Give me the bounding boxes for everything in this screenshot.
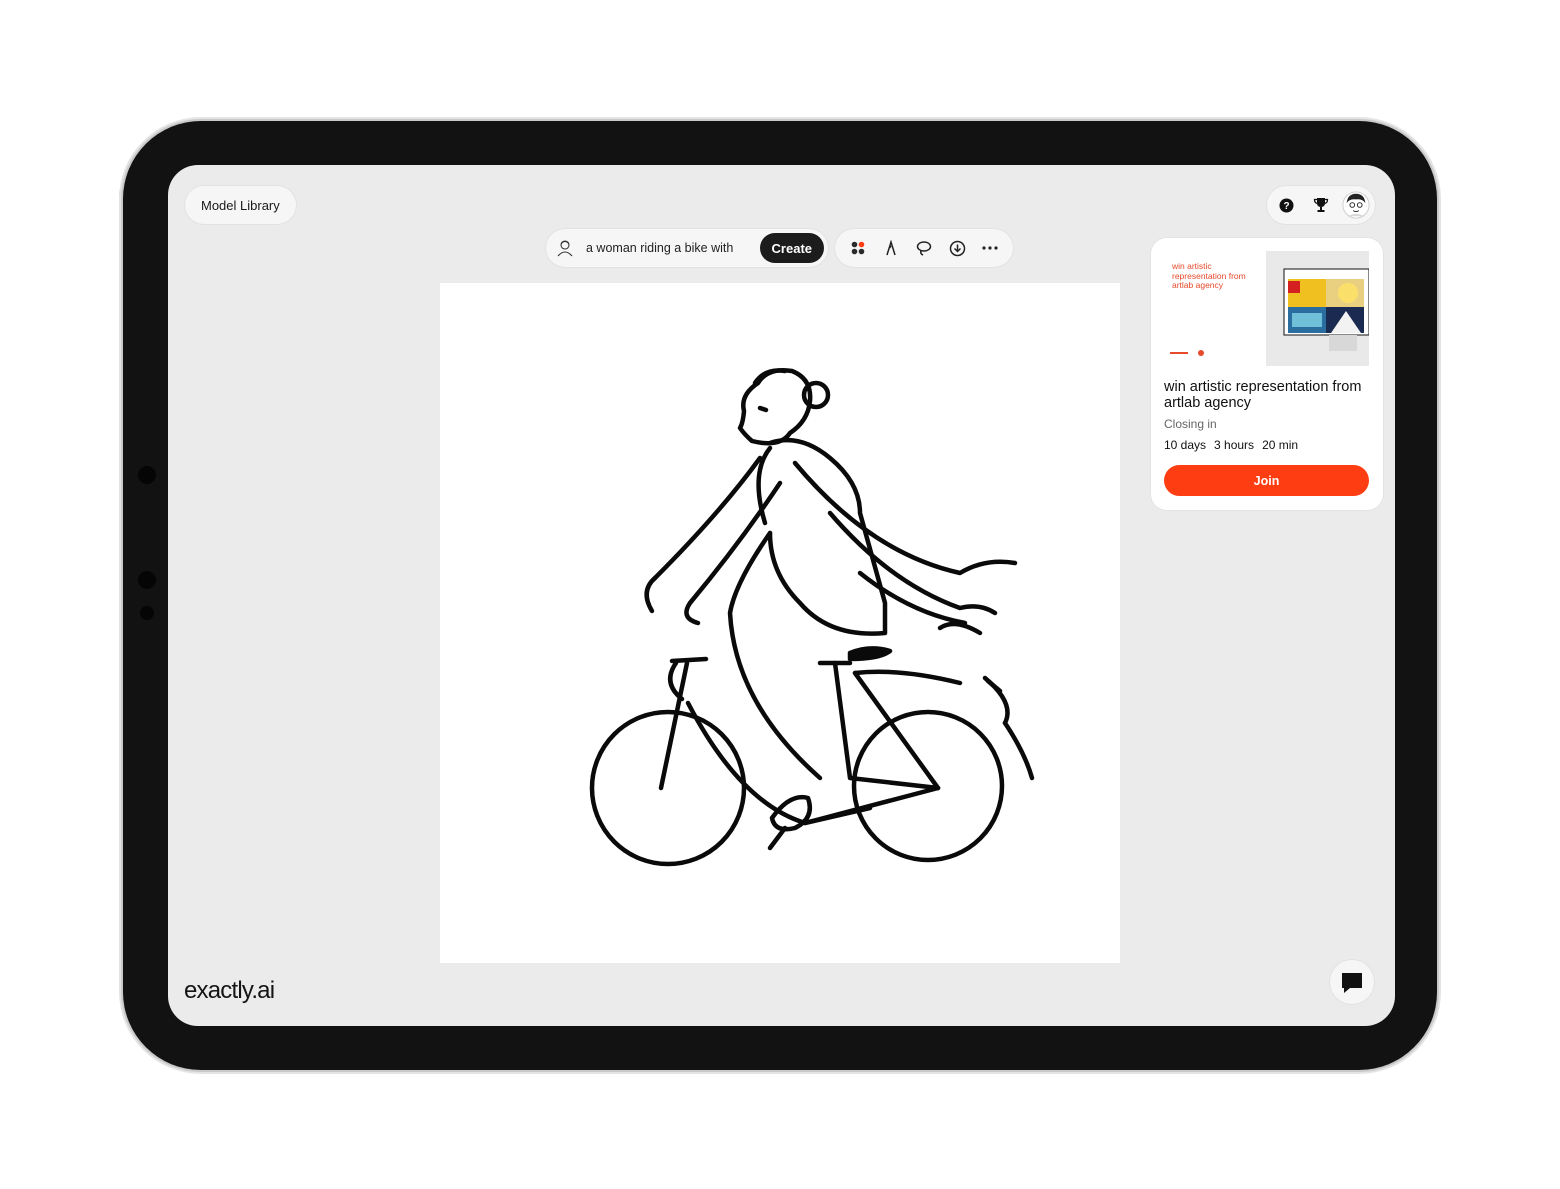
pen-icon[interactable] bbox=[877, 234, 905, 262]
toolbar bbox=[835, 229, 1013, 267]
model-library-button[interactable]: Model Library bbox=[185, 186, 296, 224]
contest-card: win artistic representation from artlab … bbox=[1151, 238, 1383, 510]
countdown-days: 10 days bbox=[1164, 438, 1207, 452]
help-icon[interactable]: ? bbox=[1272, 191, 1300, 219]
thumbnail-text: win artistic representation from artlab … bbox=[1172, 261, 1246, 290]
lasso-icon[interactable] bbox=[910, 234, 938, 262]
join-button[interactable]: Join bbox=[1164, 465, 1369, 496]
thumbnail-logos bbox=[1170, 350, 1204, 356]
chat-button[interactable] bbox=[1330, 960, 1374, 1004]
woman-on-bike-drawing bbox=[589, 368, 1035, 867]
model-avatar-icon[interactable] bbox=[554, 237, 576, 259]
closing-label: Closing in bbox=[1164, 417, 1217, 431]
trophy-icon[interactable] bbox=[1307, 191, 1335, 219]
prompt-bar: Create bbox=[546, 229, 828, 267]
thumbnail-artwork bbox=[1266, 251, 1370, 366]
svg-text:?: ? bbox=[1283, 201, 1289, 212]
countdown: 10 days 3 hours 20 min bbox=[1164, 438, 1298, 452]
contest-title: win artistic representation from artlab … bbox=[1164, 379, 1362, 411]
palette-icon[interactable] bbox=[844, 234, 872, 262]
prompt-input[interactable] bbox=[586, 241, 746, 255]
chat-icon bbox=[1342, 973, 1362, 993]
camera bbox=[138, 571, 156, 589]
top-right-controls: ? bbox=[1267, 186, 1375, 224]
create-button[interactable]: Create bbox=[759, 233, 824, 263]
countdown-hours: 3 hours bbox=[1214, 438, 1255, 452]
app-screen: Model Library Create bbox=[168, 165, 1395, 1026]
countdown-minutes: 20 min bbox=[1262, 438, 1299, 452]
download-icon[interactable] bbox=[943, 234, 971, 262]
more-icon[interactable] bbox=[976, 234, 1004, 262]
model-library-label: Model Library bbox=[201, 197, 280, 213]
brand-logo[interactable]: exactly.ai bbox=[184, 977, 275, 1005]
drawing-canvas[interactable] bbox=[440, 283, 1120, 963]
contest-thumbnail[interactable]: win artistic representation from artlab … bbox=[1164, 251, 1370, 366]
avatar[interactable] bbox=[1342, 191, 1370, 219]
camera bbox=[138, 466, 156, 484]
camera bbox=[140, 606, 154, 620]
